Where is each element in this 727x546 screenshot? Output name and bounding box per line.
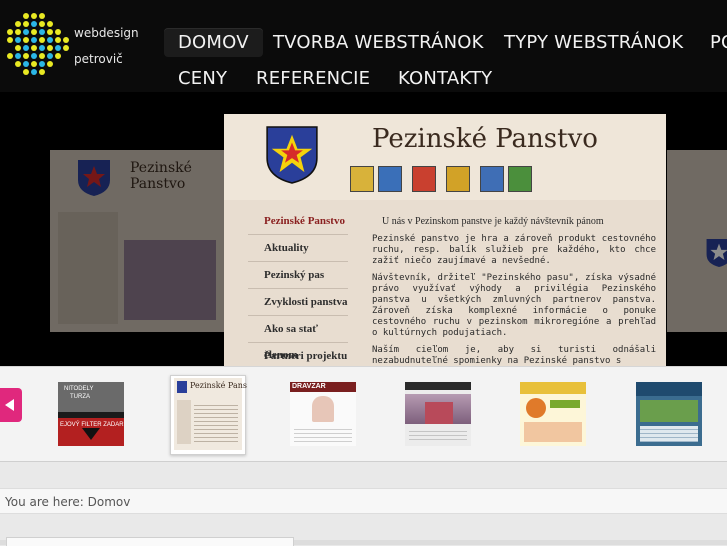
thumb-graphic: [526, 398, 546, 418]
breadcrumb: You are here: Domov: [0, 488, 727, 514]
small-coat-icon: [480, 166, 504, 192]
slide-menu-item: Ako sa stať členom: [248, 316, 348, 361]
thumb-text: TURZA: [70, 394, 90, 400]
nav-item-typy-webstranok[interactable]: TYPY WEBSTRÁNOK: [490, 28, 697, 57]
thumb-text-block: [409, 428, 467, 442]
small-coat-icon: [412, 166, 436, 192]
logo-text-line1: webdesign: [74, 26, 139, 40]
thumb-person: [312, 396, 334, 422]
thumbnail-6[interactable]: [636, 382, 702, 446]
thumb-title: DRAVZAR: [292, 383, 326, 390]
slide-paragraph: Naším cieľom je, aby si turisti odnášali…: [372, 345, 656, 366]
nav-item-po[interactable]: PO: [696, 28, 727, 57]
thumb-building: [425, 402, 453, 424]
thumb-text-block: [294, 426, 352, 442]
slide-left-photo: [124, 240, 216, 320]
slide-menu-item: Pezinský pas: [248, 262, 348, 289]
thumbnail-5[interactable]: [520, 382, 586, 446]
breadcrumb-current[interactable]: Domov: [88, 495, 131, 509]
breadcrumb-prefix: You are here:: [5, 495, 84, 509]
slide-site-title: Pezinské Panstvo: [372, 124, 598, 154]
thumb-top-bar: [636, 382, 702, 396]
coat-of-arms-icon: [266, 126, 318, 184]
slide-paragraph: Návštevník, držiteľ "Pezinského pasu", z…: [372, 273, 656, 338]
thumb-menu: [177, 400, 191, 444]
thumb-preview: Pezinské Pans: [174, 378, 247, 450]
slide-menu-item: Aktuality: [248, 235, 348, 262]
thumb-photo: [640, 400, 698, 422]
nav-item-referencie[interactable]: REFERENCIE: [242, 64, 384, 92]
coat-of-arms-icon: [78, 160, 110, 196]
thumb-top-bar: [520, 382, 586, 394]
small-coat-icon: [508, 166, 532, 192]
thumbnail-strip: NITODELY TURZA EJOVÝ FILTER ZADAR Pezins…: [0, 366, 727, 462]
logo[interactable]: webdesign petrovič: [6, 12, 141, 82]
slide-body: Pezinské panstvo je hra a zároveň produk…: [372, 234, 656, 373]
nav-item-ceny[interactable]: CENY: [164, 64, 241, 92]
slide-right-preview[interactable]: [667, 150, 727, 332]
thumb-text: NITODELY: [64, 386, 94, 392]
image-slider[interactable]: Pezinské Panstvo Pezinské Panstvo Pezins…: [0, 92, 727, 382]
slide-left-menu: [58, 212, 118, 324]
nav-item-domov[interactable]: DOMOV: [164, 28, 263, 57]
thumbnail-3[interactable]: DRAVZAR: [290, 382, 356, 446]
thumb-title: Pezinské Pans: [190, 381, 247, 390]
small-coat-icon: [446, 166, 470, 192]
thumb-graphic: [524, 422, 582, 442]
slider-prev-button[interactable]: [0, 388, 22, 422]
thumb-text-block: [640, 426, 698, 442]
slide-menu-item: Pezinské Panstvo: [248, 208, 348, 235]
down-arrow-icon: [82, 428, 100, 440]
small-coat-icon: [350, 166, 374, 192]
small-coat-icon: [378, 166, 402, 192]
thumb-graphic: [550, 400, 580, 408]
slide-headline: U nás v Pezinskom panstve je každý návšt…: [382, 216, 604, 227]
logo-text-line2: petrovič: [74, 52, 123, 66]
slide-left-preview[interactable]: Pezinské Panstvo: [50, 150, 225, 332]
thumbnail-2-active[interactable]: Pezinské Pans: [170, 375, 247, 455]
logo-dots-icon: [7, 13, 69, 75]
slide-site-menu: Pezinské Panstvo Aktuality Pezinský pas …: [248, 208, 348, 370]
slide-main[interactable]: Pezinské Panstvo Pezinské Panstvo Aktual…: [224, 114, 666, 382]
slide-left-title: Pezinské Panstvo: [130, 160, 192, 192]
site-header: webdesign petrovič DOMOV TVORBA WEBSTRÁN…: [0, 0, 727, 92]
thumbnail-4[interactable]: [405, 382, 471, 446]
slide-menu-item: Zvyklosti panstva: [248, 289, 348, 316]
coat-of-arms-icon: [177, 381, 187, 393]
nav-item-kontakty[interactable]: KONTAKTY: [384, 64, 506, 92]
coat-of-arms-icon: [706, 239, 727, 267]
thumbnail-1[interactable]: NITODELY TURZA EJOVÝ FILTER ZADAR: [58, 382, 124, 446]
breadcrumb-text: You are here: Domov: [5, 495, 130, 509]
nav-item-tvorba-webstranok[interactable]: TVORBA WEBSTRÁNOK: [259, 28, 498, 57]
thumb-top-bar: [405, 382, 471, 390]
slide-paragraph: Pezinské panstvo je hra a zároveň produk…: [372, 234, 656, 266]
thumb-text-block: [194, 402, 238, 442]
